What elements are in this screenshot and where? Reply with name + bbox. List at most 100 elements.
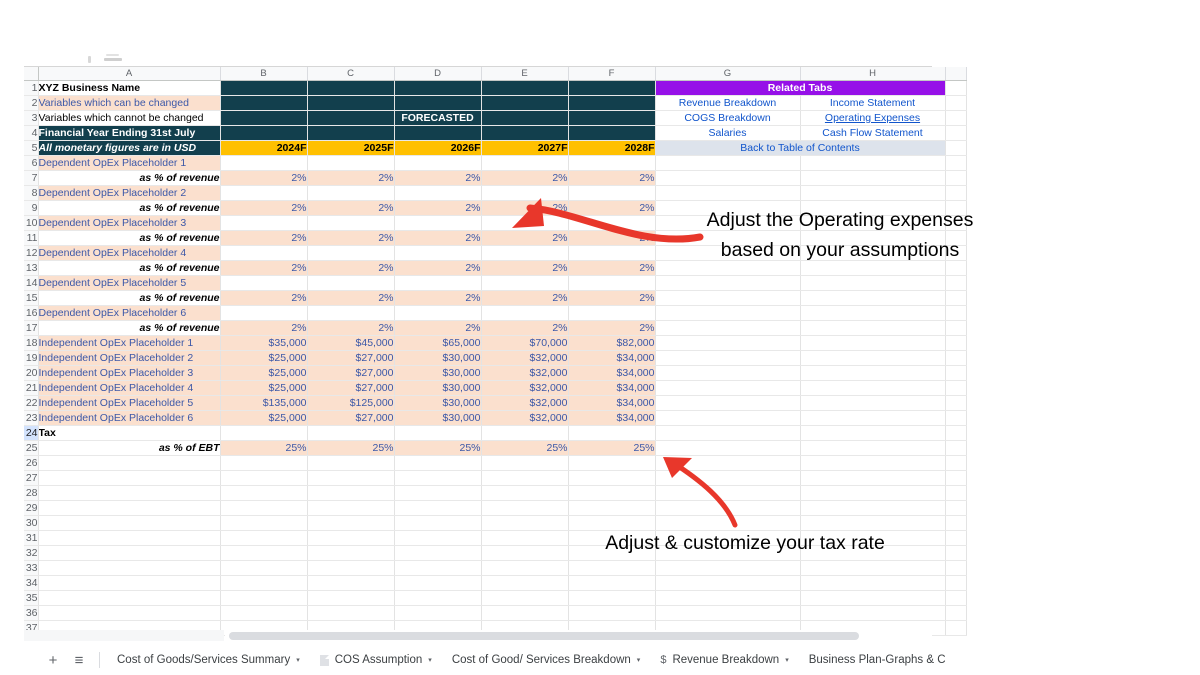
table-row[interactable]: 25 as % of EBT 25% 25% 25% 25% 25% — [24, 440, 967, 456]
independent-opex-value-cell[interactable]: $30,000 — [394, 365, 482, 381]
cell-h[interactable] — [800, 590, 946, 606]
independent-opex-value-cell[interactable]: $32,000 — [481, 395, 569, 411]
cell-g[interactable] — [655, 470, 801, 486]
cell-a4-financial-year[interactable]: Financial Year Ending 31st July — [38, 125, 221, 141]
cell-h[interactable] — [800, 425, 946, 441]
row-header-17[interactable]: 17 — [24, 320, 39, 336]
row-header-25[interactable]: 25 — [24, 440, 39, 456]
row-header-33[interactable]: 33 — [24, 560, 39, 576]
table-row[interactable]: 8 Dependent OpEx Placeholder 2 — [24, 185, 967, 201]
cell-h[interactable] — [800, 575, 946, 591]
cell-a2-legend-changeable[interactable]: Variables which can be changed — [38, 95, 221, 111]
dependent-opex-percent-cell[interactable]: 2% — [568, 260, 656, 276]
cell-f3[interactable] — [568, 110, 656, 126]
cell-e[interactable] — [481, 275, 569, 291]
independent-opex-label[interactable]: Independent OpEx Placeholder 1 — [38, 335, 221, 351]
add-sheet-button[interactable]: + — [40, 647, 66, 673]
independent-opex-value-cell[interactable]: $32,000 — [481, 350, 569, 366]
year-header-2024f[interactable]: 2024F — [220, 140, 308, 156]
table-row[interactable]: 22 Independent OpEx Placeholder 5 $135,000… — [24, 395, 967, 411]
cell-empty-a[interactable] — [38, 575, 221, 591]
dependent-opex-label[interactable]: Dependent OpEx Placeholder 4 — [38, 245, 221, 261]
cell-empty[interactable] — [307, 485, 395, 501]
table-row[interactable]: 15 as % of revenue 2% 2% 2% 2% 2% — [24, 290, 967, 306]
cell-empty-a[interactable] — [38, 470, 221, 486]
cell-empty[interactable] — [307, 530, 395, 546]
row-header-36[interactable]: 36 — [24, 605, 39, 621]
row-header-5[interactable]: 5 — [24, 140, 39, 156]
cell-f2[interactable] — [568, 95, 656, 111]
cell-empty[interactable] — [307, 500, 395, 516]
cell-g[interactable] — [655, 395, 801, 411]
cell-empty[interactable] — [394, 590, 482, 606]
table-row[interactable]: 14 Dependent OpEx Placeholder 5 — [24, 275, 967, 291]
dependent-opex-percent-cell[interactable]: 2% — [481, 290, 569, 306]
independent-opex-value-cell[interactable]: $30,000 — [394, 380, 482, 396]
cell-c[interactable] — [307, 185, 395, 201]
row-header-29[interactable]: 29 — [24, 500, 39, 516]
cell-h[interactable] — [800, 350, 946, 366]
independent-opex-value-cell[interactable]: $45,000 — [307, 335, 395, 351]
cell-empty[interactable] — [481, 530, 569, 546]
cell-empty[interactable] — [481, 485, 569, 501]
cell-empty[interactable] — [220, 455, 308, 471]
column-header-a[interactable]: A — [38, 67, 221, 81]
tax-label[interactable]: Tax — [38, 425, 221, 441]
row-header-10[interactable]: 10 — [24, 215, 39, 231]
independent-opex-value-cell[interactable]: $125,000 — [307, 395, 395, 411]
cell-empty[interactable] — [394, 500, 482, 516]
sheet-tab[interactable]: Cost of Good/ Services Breakdown ▾ — [442, 647, 651, 673]
cell-h[interactable] — [800, 275, 946, 291]
cell-g[interactable] — [655, 305, 801, 321]
dependent-opex-percent-cell[interactable]: 2% — [220, 260, 308, 276]
cell-g[interactable] — [655, 455, 801, 471]
independent-opex-value-cell[interactable]: $34,000 — [568, 395, 656, 411]
cell-h[interactable] — [800, 500, 946, 516]
dependent-opex-label[interactable]: Dependent OpEx Placeholder 6 — [38, 305, 221, 321]
table-row[interactable]: 23 Independent OpEx Placeholder 6 $25,000 $… — [24, 410, 967, 426]
corner-cell[interactable] — [24, 67, 39, 81]
row-header-19[interactable]: 19 — [24, 350, 39, 366]
cell-empty[interactable] — [394, 530, 482, 546]
independent-opex-value-cell[interactable]: $34,000 — [568, 410, 656, 426]
dependent-opex-percent-cell[interactable]: 2% — [220, 170, 308, 186]
cell-empty[interactable] — [394, 515, 482, 531]
cell-g[interactable] — [655, 575, 801, 591]
cell-f[interactable] — [568, 245, 656, 261]
cell-empty[interactable] — [394, 560, 482, 576]
cell-g[interactable] — [655, 275, 801, 291]
table-row[interactable]: 19 Independent OpEx Placeholder 2 $25,000 $… — [24, 350, 967, 366]
row-header-11[interactable]: 11 — [24, 230, 39, 246]
table-row[interactable]: 3 Variables which cannot be changed FORE… — [24, 110, 967, 126]
cell-h[interactable] — [800, 335, 946, 351]
dependent-opex-percent-cell[interactable]: 2% — [481, 320, 569, 336]
cell-h[interactable] — [800, 410, 946, 426]
tax-percent-cell[interactable]: 25% — [307, 440, 395, 456]
row-header-16[interactable]: 16 — [24, 305, 39, 321]
independent-opex-value-cell[interactable]: $30,000 — [394, 350, 482, 366]
cell-d[interactable] — [394, 215, 482, 231]
back-to-toc-link[interactable]: Back to Table of Contents — [655, 140, 946, 156]
cell-g[interactable] — [655, 290, 801, 306]
dependent-opex-percent-cell[interactable]: 2% — [568, 200, 656, 216]
related-link-revenue-breakdown[interactable]: Revenue Breakdown — [655, 95, 801, 111]
cell-e[interactable] — [481, 425, 569, 441]
cell-f1[interactable] — [568, 80, 656, 96]
cell-g[interactable] — [655, 350, 801, 366]
independent-opex-value-cell[interactable]: $34,000 — [568, 380, 656, 396]
cell-empty[interactable] — [481, 545, 569, 561]
row-header-26[interactable]: 26 — [24, 455, 39, 471]
cell-h[interactable] — [800, 365, 946, 381]
independent-opex-value-cell[interactable]: $135,000 — [220, 395, 308, 411]
cell-empty[interactable] — [220, 515, 308, 531]
row-header-32[interactable]: 32 — [24, 545, 39, 561]
year-header-2026f[interactable]: 2026F — [394, 140, 482, 156]
cell-empty[interactable] — [220, 500, 308, 516]
cell-empty[interactable] — [568, 455, 656, 471]
cell-g[interactable] — [655, 560, 801, 576]
cell-empty[interactable] — [481, 590, 569, 606]
cell-h[interactable] — [800, 290, 946, 306]
independent-opex-label[interactable]: Independent OpEx Placeholder 4 — [38, 380, 221, 396]
dependent-opex-percent-cell[interactable]: 2% — [307, 170, 395, 186]
cell-empty[interactable] — [220, 485, 308, 501]
